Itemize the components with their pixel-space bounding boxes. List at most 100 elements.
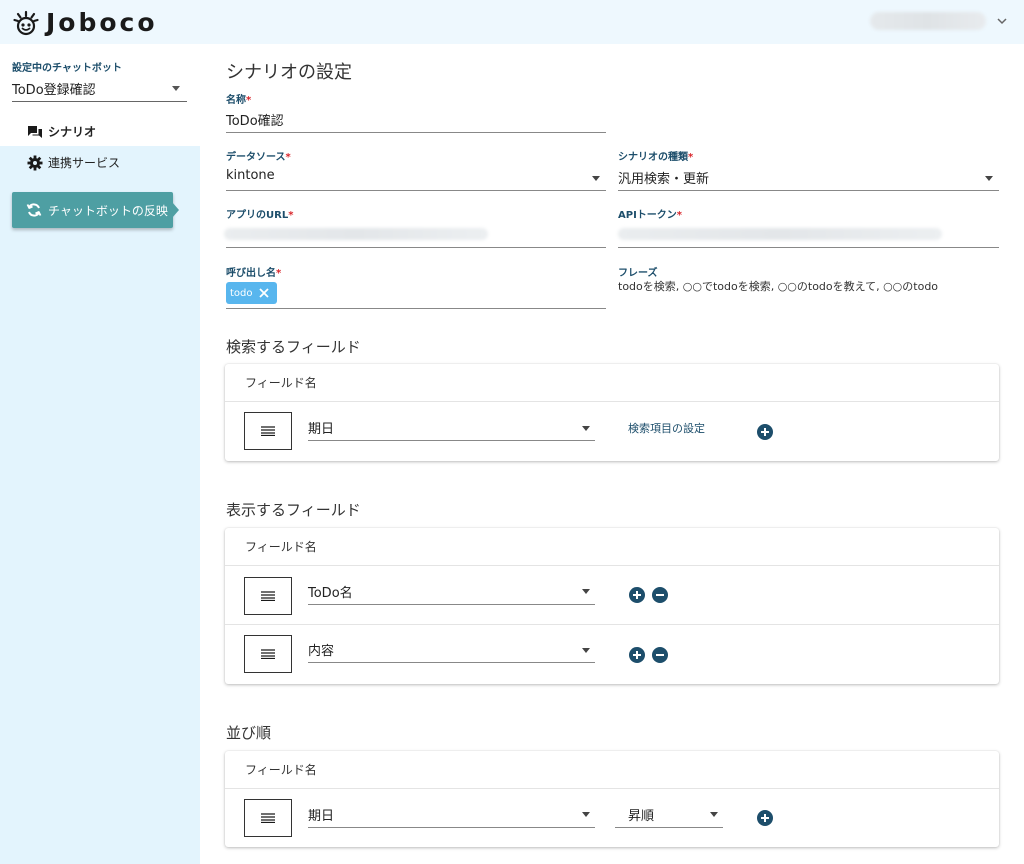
chatbot-selector-label: 設定中のチャットボット	[12, 63, 122, 74]
call-name-chip[interactable]: todo	[226, 282, 277, 304]
select-underline	[308, 827, 595, 828]
datasource-underline	[226, 190, 606, 191]
select-underline	[308, 440, 595, 441]
select-underline	[308, 662, 595, 663]
app-url-field-redacted[interactable]	[224, 228, 488, 240]
drag-handle-icon	[261, 649, 275, 659]
minus-circle-icon	[656, 594, 664, 596]
sidebar-item-label: 連携サービス	[48, 156, 121, 170]
datasource-select[interactable]: kintone	[226, 168, 275, 183]
search-fields-card: フィールド名 期日 検索項目の設定	[225, 364, 999, 461]
drag-handle[interactable]	[244, 577, 292, 615]
display-field-select[interactable]: 内容	[308, 640, 334, 659]
api-token-field-redacted[interactable]	[618, 228, 942, 240]
sidebar: 設定中のチャットボット ToDo登録確認 シナリオ 連携サービス チャットボット…	[0, 44, 200, 864]
app-url-field-label: アプリのURL*	[226, 210, 294, 221]
search-field-select[interactable]: 期日	[308, 418, 334, 437]
caret-down-icon[interactable]	[592, 176, 600, 181]
plus-circle-icon	[633, 591, 641, 599]
user-name-redacted	[870, 12, 986, 30]
phrases-field-label: フレーズ	[618, 268, 658, 279]
app-url-label-text: アプリのURL	[226, 210, 289, 221]
caret-down-icon	[172, 86, 180, 91]
call-name-label-text: 呼び出し名	[226, 268, 276, 279]
display-fields-title: 表示するフィールド	[226, 501, 361, 519]
app-logo[interactable]: Joboco	[12, 8, 158, 37]
caret-down-icon[interactable]	[582, 812, 590, 817]
sidebar-item-scenario[interactable]: シナリオ	[27, 123, 96, 140]
select-underline	[615, 827, 723, 828]
add-search-field-button[interactable]	[757, 424, 773, 440]
caret-down-icon[interactable]	[582, 589, 590, 594]
user-menu[interactable]	[870, 10, 1010, 32]
plus-circle-icon	[761, 814, 769, 822]
add-sort-field-button[interactable]	[757, 810, 773, 826]
card-divider	[225, 788, 999, 789]
reflect-chatbot-button[interactable]: チャットボットの反映	[12, 192, 173, 228]
call-name-field-label: 呼び出し名*	[226, 268, 282, 279]
sort-field-select[interactable]: 期日	[308, 805, 334, 824]
display-fields-card: フィールド名 ToDo名 内容	[225, 528, 999, 684]
search-fields-header: フィールド名	[245, 376, 317, 390]
name-field-label: 名称*	[226, 95, 252, 106]
page-title: シナリオの設定	[226, 62, 352, 83]
app-header: Joboco	[0, 0, 1024, 44]
name-field-underline	[226, 132, 606, 133]
caret-down-icon[interactable]	[985, 176, 993, 181]
caret-down-icon[interactable]	[582, 426, 590, 431]
remove-display-field-button[interactable]	[652, 587, 668, 603]
scenario-type-field-label: シナリオの種類*	[618, 152, 694, 163]
sidebar-item-services[interactable]: 連携サービス	[27, 154, 120, 171]
scenario-type-underline	[618, 190, 999, 191]
sidebar-item-label: シナリオ	[48, 125, 97, 139]
app-url-underline	[226, 247, 606, 248]
drag-handle-icon	[261, 813, 275, 823]
search-item-settings-link[interactable]: 検索項目の設定	[628, 420, 705, 436]
plus-circle-icon	[761, 428, 769, 436]
name-field[interactable]: ToDo確認	[226, 110, 284, 129]
phrases-value: todoを検索, ○○でtodoを検索, ○○のtodoを教えて, ○○のtod…	[618, 280, 939, 293]
card-divider	[225, 401, 999, 402]
drag-handle-icon	[261, 426, 275, 436]
chat-icon	[28, 125, 42, 138]
call-name-underline	[226, 308, 606, 309]
minus-circle-icon	[656, 654, 664, 656]
add-display-field-button[interactable]	[629, 587, 645, 603]
sort-order-title: 並び順	[226, 724, 272, 742]
chatbot-selector-underline	[12, 101, 187, 102]
app-name: Joboco	[46, 8, 158, 37]
sort-order-card: フィールド名 期日 昇順	[225, 751, 999, 847]
drag-handle[interactable]	[244, 799, 292, 837]
chatbot-selector-value: ToDo登録確認	[12, 83, 96, 98]
name-label-text: 名称	[226, 95, 246, 106]
drag-handle-icon	[261, 591, 275, 601]
close-icon[interactable]	[258, 287, 270, 299]
chip-label: todo	[230, 287, 253, 299]
select-underline	[308, 604, 595, 605]
plus-circle-icon	[633, 651, 641, 659]
search-fields-title: 検索するフィールド	[226, 338, 361, 356]
sort-direction-select[interactable]: 昇順	[628, 805, 654, 824]
scenario-type-select[interactable]: 汎用検索・更新	[618, 168, 709, 187]
caret-down-icon[interactable]	[710, 812, 718, 817]
add-display-field-button[interactable]	[629, 647, 645, 663]
chevron-down-icon	[997, 18, 1007, 25]
gear-icon	[27, 155, 43, 170]
api-token-field-label: APIトークン*	[618, 210, 683, 221]
reflect-chatbot-label: チャットボットの反映	[48, 203, 168, 218]
scenario-type-label-text: シナリオの種類	[618, 152, 688, 163]
datasource-label-text: データソース	[226, 152, 286, 163]
refresh-icon	[26, 203, 42, 217]
logo-icon	[13, 10, 39, 35]
display-fields-header: フィールド名	[245, 540, 317, 554]
remove-display-field-button[interactable]	[652, 647, 668, 663]
card-divider	[225, 565, 999, 566]
drag-handle[interactable]	[244, 635, 292, 673]
caret-down-icon[interactable]	[582, 648, 590, 653]
api-token-underline	[618, 247, 999, 248]
reflect-button-pointer	[172, 202, 179, 218]
api-token-label-text: APIトークン	[618, 210, 677, 221]
display-field-select[interactable]: ToDo名	[308, 582, 353, 601]
chatbot-selector[interactable]: 設定中のチャットボット ToDo登録確認	[0, 44, 200, 116]
drag-handle[interactable]	[244, 412, 292, 450]
